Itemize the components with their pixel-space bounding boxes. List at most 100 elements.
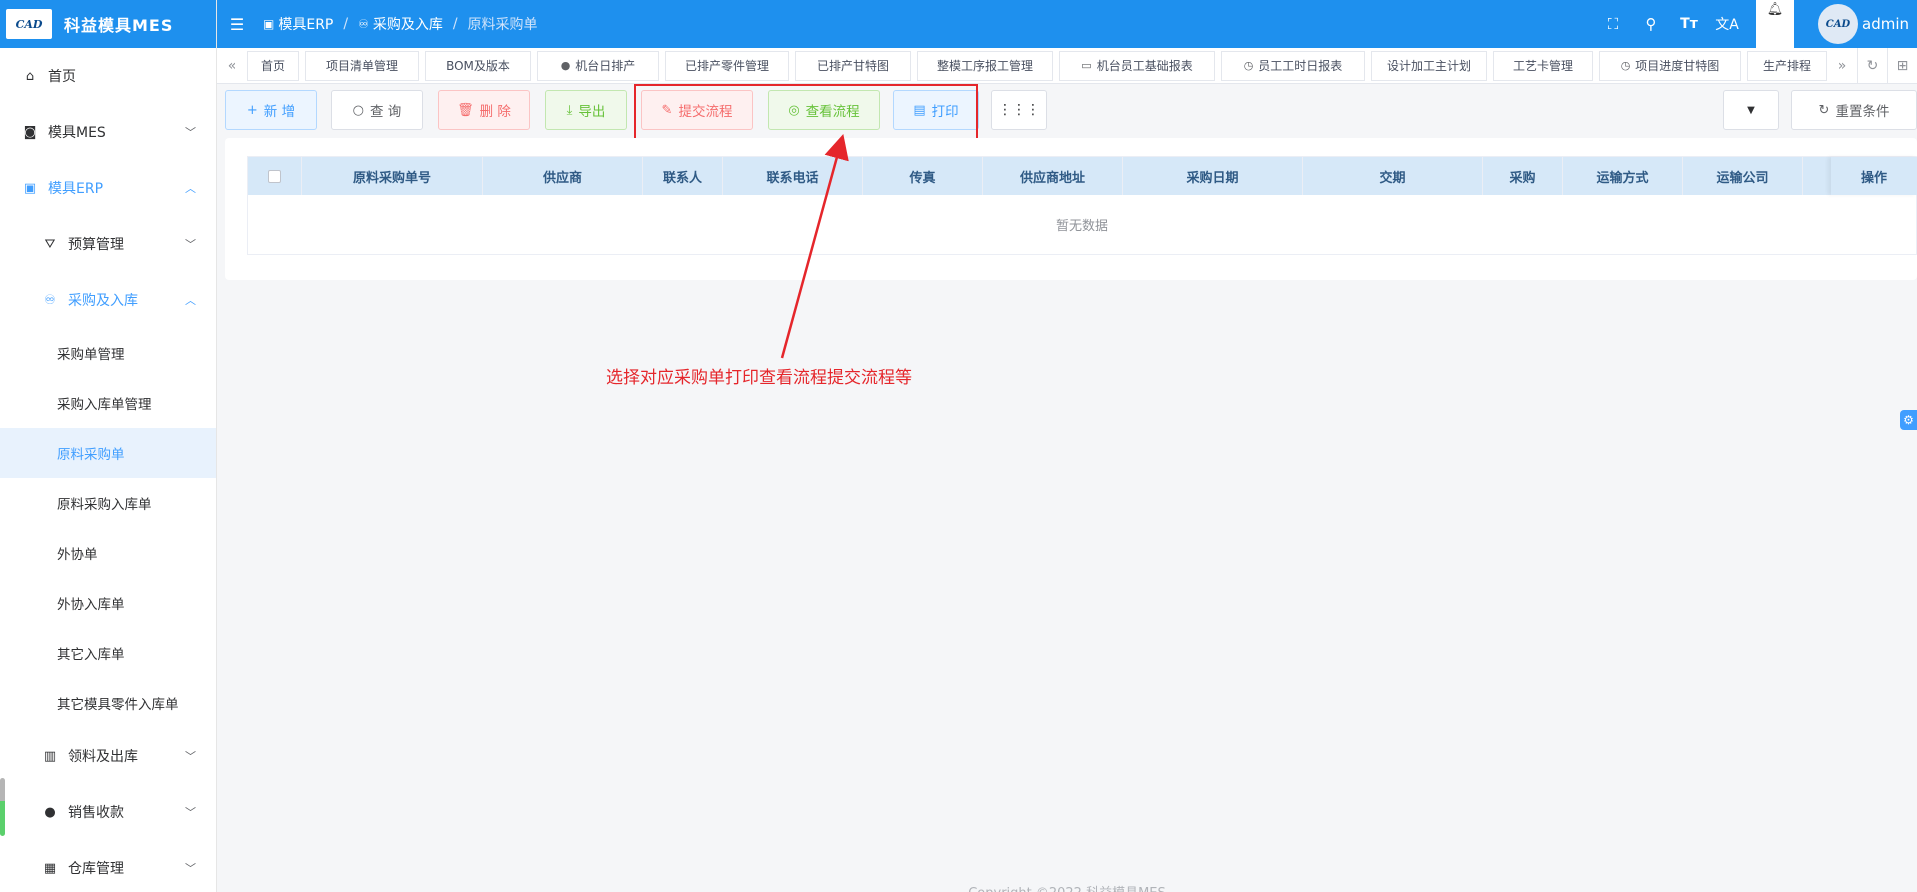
tab-tag[interactable]: ● 机台日排产 (537, 50, 659, 81)
add-button[interactable]: + 新 增 (225, 90, 317, 130)
tab-tag-label: 首页 (260, 59, 285, 73)
user-icon: ● (44, 804, 56, 820)
tags-scroll-left-icon[interactable]: « (217, 58, 247, 74)
sidebar-item[interactable]: 采购入库单管理 (0, 378, 216, 428)
home-icon: ⌂ (25, 68, 35, 84)
tags-tools: » ↻ ⊞ (1827, 47, 1917, 84)
sidebar-item[interactable]: 原料采购入库单 (0, 478, 216, 528)
column-header[interactable]: 供应商地址 (983, 157, 1123, 195)
settings-icon[interactable]: ⚙ (1900, 410, 1917, 430)
sidebar-item[interactable]: ⌂ 首页 (0, 48, 216, 104)
refresh-icon[interactable]: ↻ (1857, 47, 1887, 84)
sidebar-item[interactable]: 其它入库单 (0, 628, 216, 678)
tags-scroll-right-icon[interactable]: » (1827, 48, 1857, 84)
column-header[interactable]: 联系人 (643, 157, 723, 195)
sidebar-item-label: 外协入库单 (57, 597, 125, 613)
tab-tag[interactable]: 项目清单管理 (305, 50, 419, 81)
sidebar-item[interactable]: 采购单管理 (0, 328, 216, 378)
column-header[interactable]: 采购 (1483, 157, 1563, 195)
sidebar-item-label: 采购入库单管理 (57, 397, 152, 413)
tab-tag-label: 机台员工基础报表 (1096, 59, 1193, 73)
column-header[interactable]: 交期 (1303, 157, 1483, 195)
sidebar-item-label: 原料采购单 (57, 447, 125, 463)
tags-list: 首页 项目清单管理 BOM及版本 ● 机台日排产 已排产零件管理 已排产甘特图 整模工序报工管… (247, 48, 1827, 84)
sidebar-item-label: 其它模具零件入库单 (57, 697, 179, 713)
tab-tag[interactable]: ◷ 项目进度甘特图 (1599, 50, 1741, 81)
tab-tag[interactable]: 首页 (247, 50, 299, 81)
tab-tag-label: 工艺卡管理 (1512, 59, 1573, 73)
delete-button[interactable]: 🗑︎ 删 除 (438, 90, 530, 130)
sidebar-item[interactable]: ▣ 模具ERP ︿ (0, 160, 216, 216)
breadcrumb-item-purchase[interactable]: ♾ 采购及入库 (358, 14, 443, 34)
chevron-down-icon: ﹀ (185, 750, 196, 763)
filter-icon: ⛛ (44, 236, 56, 252)
tab-tag[interactable]: 工艺卡管理 (1493, 50, 1593, 81)
tab-tag-label: 员工工时日报表 (1258, 59, 1343, 73)
bell-icon[interactable]: 🔔︎ (1756, 0, 1794, 48)
chevron-down-icon: ﹀ (185, 862, 196, 875)
sidebar-item-label: 预算管理 (68, 237, 124, 253)
tab-tag-label: 整模工序报工管理 (936, 59, 1033, 73)
select-all-checkbox[interactable] (268, 169, 281, 183)
breadcrumb-separator: / (343, 16, 349, 32)
query-button[interactable]: ○ 查 询 (331, 90, 423, 130)
column-header[interactable]: 运输方式 (1563, 157, 1683, 195)
refresh-icon: ↻ (1818, 102, 1830, 118)
sidebar-item[interactable]: ▥ 领料及出库 ﹀ (0, 728, 216, 784)
search-icon: ○ (352, 102, 365, 118)
trash-icon: 🗑︎ (457, 102, 474, 118)
translate-icon[interactable]: 文A (1708, 14, 1746, 34)
reset-button[interactable]: ↻ 重置条件 (1791, 90, 1917, 130)
sidebar-item[interactable]: ▦ 仓库管理 ﹀ (0, 840, 216, 892)
sidebar-item[interactable]: ⛛ 预算管理 ﹀ (0, 216, 216, 272)
breadcrumb-item-current: 原料采购单 (467, 17, 538, 33)
column-header[interactable]: 联系电话 (723, 157, 863, 195)
download-icon: ⤓ (566, 102, 573, 118)
tab-tag-label: 已排产零件管理 (684, 59, 769, 73)
column-settings-button[interactable]: ⋮⋮⋮ (991, 90, 1047, 130)
tab-tag[interactable]: BOM及版本 (425, 50, 531, 81)
caret-down-icon: ▼ (1747, 104, 1755, 116)
monitor-icon: ▭ (1081, 59, 1092, 72)
bikes-icon: ♾ (44, 292, 56, 308)
dropdown-button[interactable]: ▼ (1723, 90, 1779, 130)
fullscreen-icon[interactable]: ⛶ (1594, 15, 1632, 33)
sidebar-scrollbar[interactable] (0, 778, 5, 836)
column-header[interactable]: 运输公司 (1683, 157, 1803, 195)
tab-tag[interactable]: ▭ 机台员工基础报表 (1059, 50, 1215, 81)
annotation-text: 选择对应采购单打印查看流程提交流程等 (606, 368, 912, 388)
sidebar-item[interactable]: 外协入库单 (0, 578, 216, 628)
tab-tag[interactable]: 生产排程 (1747, 50, 1827, 81)
username: admin (1862, 15, 1909, 33)
sidebar-item[interactable]: ◙ 模具MES ﹀ (0, 104, 216, 160)
bikes-icon: ♾ (358, 17, 369, 31)
tab-tag[interactable]: 设计加工主计划 (1371, 50, 1487, 81)
breadcrumb-item-erp[interactable]: ▣ 模具ERP (263, 14, 333, 34)
user-icon: ● (560, 59, 571, 72)
column-header[interactable]: 传真 (863, 157, 983, 195)
tab-tag[interactable]: 已排产甘特图 (795, 50, 911, 81)
sidebar-item[interactable]: ♾ 采购及入库 ︿ (0, 272, 216, 328)
chevron-up-icon: ︿ (185, 294, 196, 307)
column-header[interactable]: 供应商 (483, 157, 643, 195)
menu-toggle-icon[interactable]: ☰ (217, 15, 257, 34)
column-header[interactable]: 原料采购单号 (302, 157, 483, 195)
tab-tag[interactable]: ◷ 员工工时日报表 (1221, 50, 1365, 81)
tab-tag[interactable]: 已排产零件管理 (665, 50, 789, 81)
tab-tag[interactable]: 整模工序报工管理 (917, 50, 1053, 81)
search-icon[interactable]: ⚲ (1632, 15, 1670, 33)
user-menu[interactable]: CAD admin (1818, 4, 1909, 44)
sidebar-item[interactable]: 其它模具零件入库单 (0, 678, 216, 728)
calendar-icon: ▦ (43, 860, 57, 876)
tags-bar: « 首页 项目清单管理 BOM及版本 ● 机台日排产 已排产零件管理 已排产甘特图 整模工序报… (217, 47, 1917, 84)
font-size-icon[interactable]: Tт (1670, 16, 1708, 32)
export-button[interactable]: ⤓ 导出 (545, 90, 627, 130)
sidebar-item[interactable]: 原料采购单 (0, 428, 216, 478)
sidebar-item[interactable]: 外协单 (0, 528, 216, 578)
sidebar-item[interactable]: ● 销售收款 ﹀ (0, 784, 216, 840)
column-header[interactable]: 采购日期 (1123, 157, 1303, 195)
grid-menu-icon[interactable]: ⊞ (1887, 47, 1917, 84)
cube-icon: ▣ (23, 180, 37, 196)
brand[interactable]: CAD 科益模具MES (0, 0, 216, 48)
highlight-box (634, 84, 978, 141)
